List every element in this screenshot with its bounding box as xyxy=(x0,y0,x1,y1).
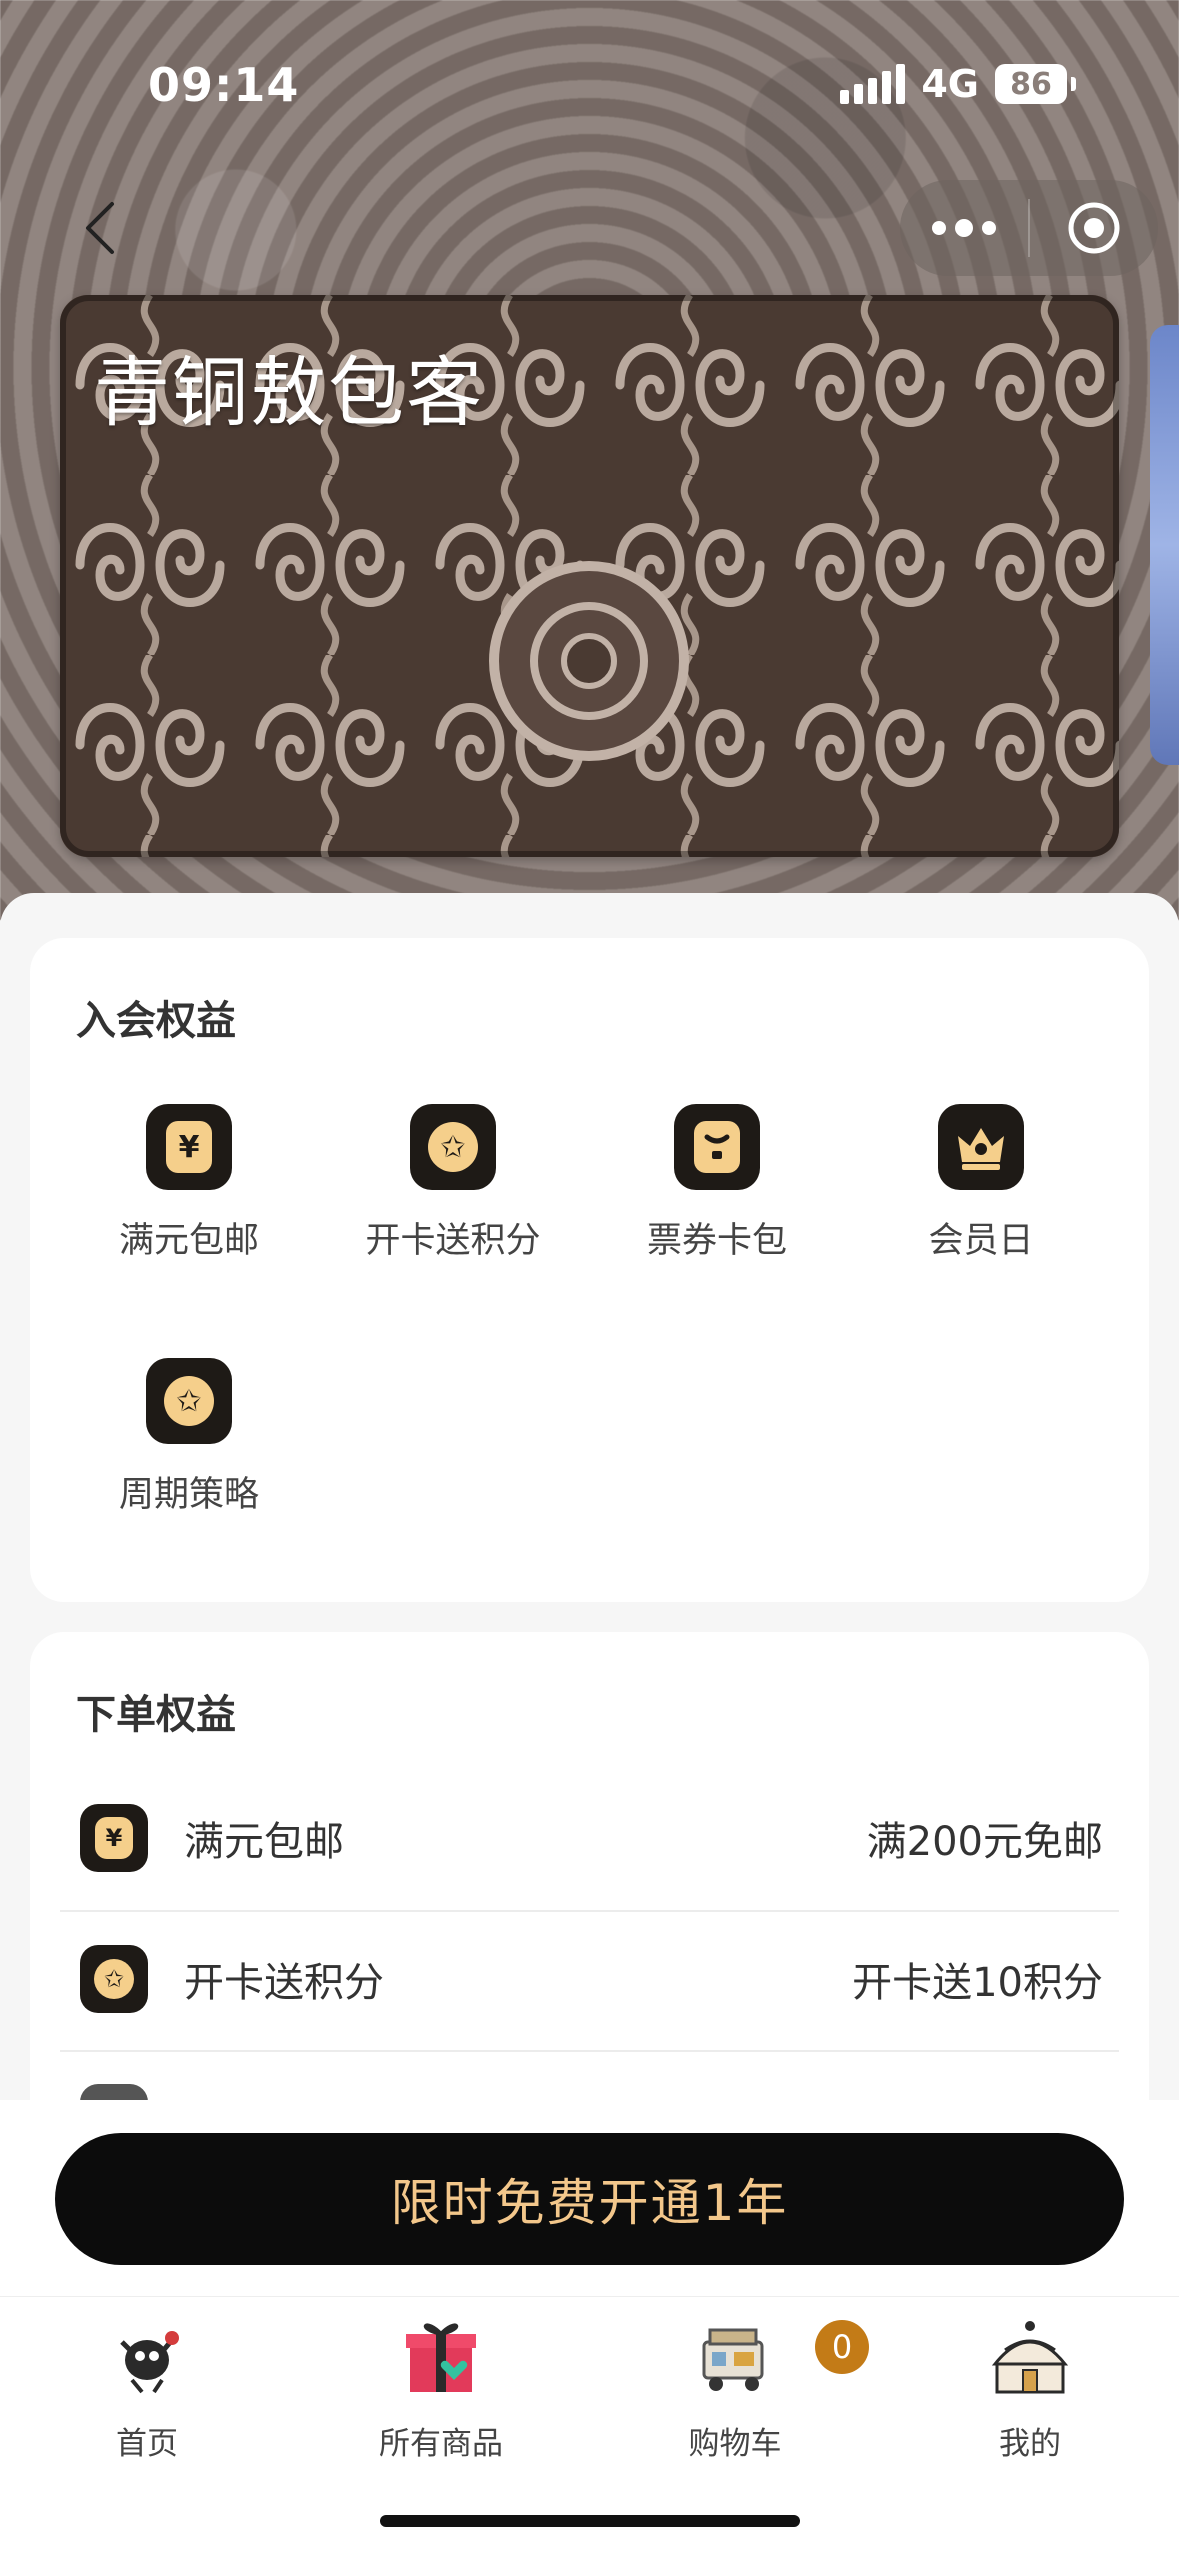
close-miniprogram-button[interactable] xyxy=(1030,180,1158,276)
tab-home[interactable]: 首页 xyxy=(37,2312,257,2463)
benefit-points[interactable]: ✩ 开卡送积分 xyxy=(321,1104,585,1263)
benefit-label: 开卡送积分 xyxy=(365,1221,541,1261)
battery-icon: 86 xyxy=(995,64,1076,104)
tab-label: 所有商品 xyxy=(379,2426,503,2462)
card-title: 青铜敖包客 xyxy=(94,348,484,437)
order-benefit-row-free-shipping[interactable]: ¥ 满元包邮 满200元免邮 xyxy=(60,1768,1119,1908)
tab-label: 我的 xyxy=(999,2426,1061,2462)
order-benefit-row-points[interactable]: ✩ 开卡送积分 开卡送10积分 xyxy=(60,1909,1119,2049)
wallet-icon xyxy=(674,1104,760,1190)
row-value: 开卡送10积分 xyxy=(852,1960,1103,2006)
gift-box-icon xyxy=(406,2323,476,2392)
tab-all-products[interactable]: 所有商品 xyxy=(331,2312,551,2463)
star-badge-icon: ✩ xyxy=(80,1945,148,2013)
more-dots-icon xyxy=(932,219,996,237)
home-indicator xyxy=(380,2515,800,2527)
tab-cart[interactable]: 购物车 xyxy=(625,2312,845,2463)
miniprogram-capsule xyxy=(900,180,1158,276)
battery-level: 86 xyxy=(1010,66,1052,102)
benefit-coupon-wallet[interactable]: 票券卡包 xyxy=(585,1104,849,1263)
back-button[interactable] xyxy=(76,198,124,258)
target-close-icon xyxy=(1068,202,1120,254)
tab-label: 购物车 xyxy=(688,2426,782,2462)
row-name: 满元包邮 xyxy=(184,1819,344,1865)
benefit-member-day[interactable]: 会员日 xyxy=(849,1104,1113,1263)
more-button[interactable] xyxy=(900,180,1028,276)
row-divider xyxy=(60,2050,1119,2052)
order-benefits-title: 下单权益 xyxy=(76,1692,236,1738)
open-membership-button[interactable]: 限时免费开通1年 xyxy=(55,2133,1124,2265)
star-badge-icon: ✩ xyxy=(146,1358,232,1444)
benefit-label: 满元包邮 xyxy=(118,1221,259,1261)
cart-icon xyxy=(702,2328,764,2391)
status-indicators: 4G 86 xyxy=(840,62,1076,106)
chevron-left-icon xyxy=(86,202,114,254)
cart-count-badge: 0 xyxy=(815,2320,869,2374)
star-badge-icon: ✩ xyxy=(410,1104,496,1190)
benefit-cycle-strategy[interactable]: ✩ 周期策略 xyxy=(57,1358,321,1517)
benefit-label: 会员日 xyxy=(928,1221,1034,1261)
network-type: 4G xyxy=(921,62,979,106)
next-card-preview[interactable] xyxy=(1150,325,1179,765)
home-mascot-icon xyxy=(120,2331,179,2394)
row-value: 满200元免邮 xyxy=(866,1819,1103,1865)
benefit-label: 票券卡包 xyxy=(646,1221,787,1261)
signal-icon xyxy=(840,64,906,104)
tab-profile[interactable]: 我的 xyxy=(920,2312,1140,2463)
yurt-icon xyxy=(991,2321,1069,2394)
join-benefits-title: 入会权益 xyxy=(76,998,236,1044)
yen-icon: ¥ xyxy=(146,1104,232,1190)
yen-icon: ¥ xyxy=(80,1804,148,1872)
crown-icon xyxy=(938,1104,1024,1190)
status-time: 09:14 xyxy=(148,58,300,112)
benefit-label: 周期策略 xyxy=(118,1475,259,1515)
membership-card[interactable]: 青铜敖包客 xyxy=(60,295,1119,857)
join-benefits-panel: 入会权益 ¥ 满元包邮 ✩ 开卡送积分 票券卡包 会员日 ✩ 周期策略 xyxy=(30,938,1149,1602)
benefit-free-shipping[interactable]: ¥ 满元包邮 xyxy=(57,1104,321,1263)
tab-label: 首页 xyxy=(116,2426,178,2462)
row-name: 开卡送积分 xyxy=(184,1960,384,2006)
